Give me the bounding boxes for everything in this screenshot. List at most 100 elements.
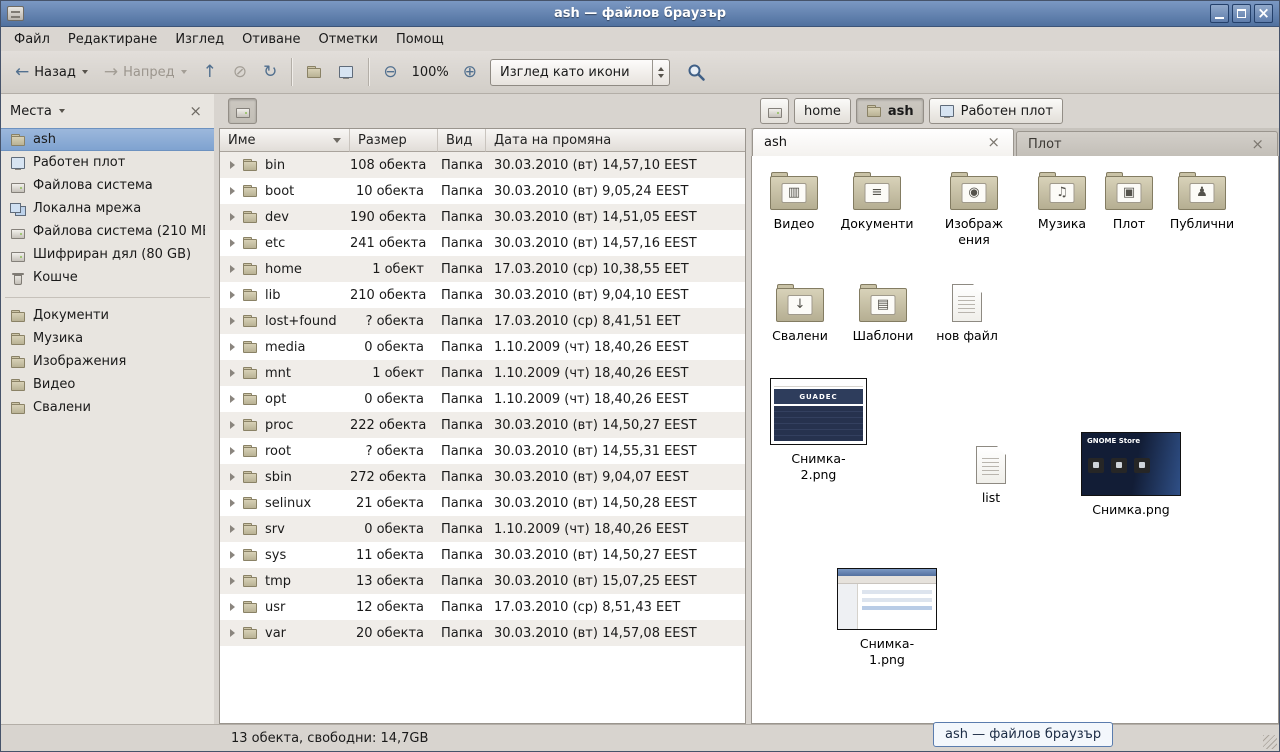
expander-icon[interactable] — [230, 213, 235, 221]
icon-snimka-image[interactable]: GNOME Store Снимка.png — [1081, 432, 1181, 518]
icon-video-folder[interactable]: ▥ Видео — [756, 172, 832, 232]
icon-pictures-folder[interactable]: ◉ Изображения — [936, 172, 1012, 247]
sidebar-item[interactable]: Кошче — [1, 266, 214, 289]
expander-icon[interactable] — [230, 499, 235, 507]
table-row[interactable]: sbin 272 обекта Папка 30.03.2010 (вт) 9,… — [220, 464, 745, 490]
forward-button[interactable]: → Напред — [97, 58, 194, 87]
tab-ash[interactable]: ash × — [752, 128, 1014, 156]
expander-icon[interactable] — [230, 291, 235, 299]
table-row[interactable]: proc 222 обекта Папка 30.03.2010 (вт) 14… — [220, 412, 745, 438]
icon-desktop-folder[interactable]: ▣ Плот — [1091, 172, 1167, 232]
sidebar-item[interactable]: Документи — [1, 304, 214, 327]
sidebar-item[interactable]: Файлова система (210 MB) — [1, 220, 214, 243]
maximize-button[interactable] — [1232, 4, 1251, 23]
tab-plot[interactable]: Плот × — [1016, 131, 1278, 156]
view-mode-select[interactable]: Изглед като икони — [490, 59, 670, 86]
sidebar-item[interactable]: Локална мрежа — [1, 197, 214, 220]
icon-templates-folder[interactable]: ▤ Шаблони — [845, 284, 921, 344]
icon-new-file[interactable]: нов файл — [929, 284, 1005, 344]
menu-item[interactable]: Помощ — [387, 29, 453, 50]
sidebar-item[interactable]: Шифриран дял (80 GB) — [1, 243, 214, 266]
icon-view[interactable]: ▥ Видео ≡ Документи ◉ Изображения ♫ Музи… — [751, 156, 1279, 724]
table-row[interactable]: lost+found ? обекта Папка 17.03.2010 (ср… — [220, 308, 745, 334]
expander-icon[interactable] — [230, 343, 235, 351]
search-button[interactable] — [682, 58, 711, 87]
table-row[interactable]: mnt 1 обект Папка 1.10.2009 (чт) 18,40,2… — [220, 360, 745, 386]
sidebar-item[interactable]: ash — [1, 128, 214, 151]
back-button[interactable]: ← Назад — [8, 58, 95, 87]
expander-icon[interactable] — [230, 629, 235, 637]
icon-list-file[interactable]: list — [953, 446, 1029, 506]
table-row[interactable]: srv 0 обекта Папка 1.10.2009 (чт) 18,40,… — [220, 516, 745, 542]
sidebar-item[interactable]: Видео — [1, 373, 214, 396]
tab-close-icon[interactable]: × — [985, 136, 1002, 149]
path-button-home[interactable]: home — [794, 98, 851, 124]
expander-icon[interactable] — [230, 551, 235, 559]
column-header-name[interactable]: Име — [220, 129, 350, 152]
icon-documents-folder[interactable]: ≡ Документи — [839, 172, 915, 232]
reload-button[interactable]: ↻ — [256, 58, 284, 87]
home-button[interactable] — [299, 58, 329, 86]
expander-icon[interactable] — [230, 447, 235, 455]
expander-icon[interactable] — [230, 395, 235, 403]
table-row[interactable]: root ? обекта Папка 30.03.2010 (вт) 14,5… — [220, 438, 745, 464]
icon-music-folder[interactable]: ♫ Музика — [1024, 172, 1100, 232]
sidebar-title-select[interactable]: Места — [10, 104, 52, 119]
menu-item[interactable]: Редактиране — [59, 29, 166, 50]
expander-icon[interactable] — [230, 239, 235, 247]
minimize-button[interactable] — [1210, 4, 1229, 23]
table-row[interactable]: var 20 обекта Папка 30.03.2010 (вт) 14,5… — [220, 620, 745, 646]
menu-item[interactable]: Отметки — [309, 29, 386, 50]
table-row[interactable]: tmp 13 обекта Папка 30.03.2010 (вт) 15,0… — [220, 568, 745, 594]
table-row[interactable]: opt 0 обекта Папка 1.10.2009 (чт) 18,40,… — [220, 386, 745, 412]
expander-icon[interactable] — [230, 525, 235, 533]
icon-snimka-1-image[interactable]: Снимка-1.png — [837, 568, 937, 667]
sidebar-item[interactable]: Изображения — [1, 350, 214, 373]
close-button[interactable] — [1254, 4, 1273, 23]
menu-item[interactable]: Изглед — [166, 29, 233, 50]
expander-icon[interactable] — [230, 187, 235, 195]
filesystem-root-button[interactable] — [228, 98, 257, 124]
column-header-type[interactable]: Вид — [438, 129, 486, 152]
sidebar-item[interactable]: Свалени — [1, 396, 214, 419]
table-row[interactable]: selinux 21 обекта Папка 30.03.2010 (вт) … — [220, 490, 745, 516]
table-row[interactable]: dev 190 обекта Папка 30.03.2010 (вт) 14,… — [220, 204, 745, 230]
expander-icon[interactable] — [230, 369, 235, 377]
table-row[interactable]: etc 241 обекта Папка 30.03.2010 (вт) 14,… — [220, 230, 745, 256]
path-button-ash[interactable]: ash — [856, 98, 924, 124]
sidebar-item[interactable]: Файлова система — [1, 174, 214, 197]
pathbar-root-button[interactable] — [760, 98, 789, 124]
expander-icon[interactable] — [230, 421, 235, 429]
column-header-date[interactable]: Дата на промяна — [486, 129, 745, 152]
zoom-in-button[interactable]: ⊕ — [456, 58, 484, 87]
sidebar-close-button[interactable]: × — [186, 104, 205, 118]
icon-snimka-2-image[interactable]: GUADEC Снимка-2.png — [770, 378, 867, 482]
table-row[interactable]: home 1 обект Папка 17.03.2010 (ср) 10,38… — [220, 256, 745, 282]
table-row[interactable]: bin 108 обекта Папка 30.03.2010 (вт) 14,… — [220, 152, 745, 178]
tab-close-icon[interactable]: × — [1249, 138, 1266, 151]
sidebar-item[interactable]: Музика — [1, 327, 214, 350]
expander-icon[interactable] — [230, 317, 235, 325]
back-history-caret-icon[interactable] — [82, 70, 88, 74]
zoom-out-button[interactable]: ⊖ — [376, 58, 404, 87]
icon-downloads-folder[interactable]: ↓ Свалени — [762, 284, 838, 344]
table-row[interactable]: boot 10 обекта Папка 30.03.2010 (вт) 9,0… — [220, 178, 745, 204]
table-row[interactable]: sys 11 обекта Папка 30.03.2010 (вт) 14,5… — [220, 542, 745, 568]
titlebar[interactable]: ash — файлов браузър — [1, 1, 1279, 27]
expander-icon[interactable] — [230, 603, 235, 611]
column-header-size[interactable]: Размер — [350, 129, 438, 152]
expander-icon[interactable] — [230, 473, 235, 481]
path-button-desktop[interactable]: Работен плот — [929, 98, 1063, 124]
stop-button[interactable]: ⊘ — [226, 58, 254, 87]
spinner-arrows-icon[interactable] — [652, 60, 669, 85]
menu-item[interactable]: Файл — [5, 29, 59, 50]
resize-grip[interactable] — [1263, 735, 1277, 749]
table-row[interactable]: lib 210 обекта Папка 30.03.2010 (вт) 9,0… — [220, 282, 745, 308]
table-row[interactable]: usr 12 обекта Папка 17.03.2010 (ср) 8,51… — [220, 594, 745, 620]
table-row[interactable]: media 0 обекта Папка 1.10.2009 (чт) 18,4… — [220, 334, 745, 360]
menu-item[interactable]: Отиване — [233, 29, 309, 50]
computer-button[interactable] — [331, 58, 361, 86]
icon-public-folder[interactable]: ♟ Публични — [1164, 172, 1240, 232]
sidebar-item[interactable]: Работен плот — [1, 151, 214, 174]
expander-icon[interactable] — [230, 577, 235, 585]
